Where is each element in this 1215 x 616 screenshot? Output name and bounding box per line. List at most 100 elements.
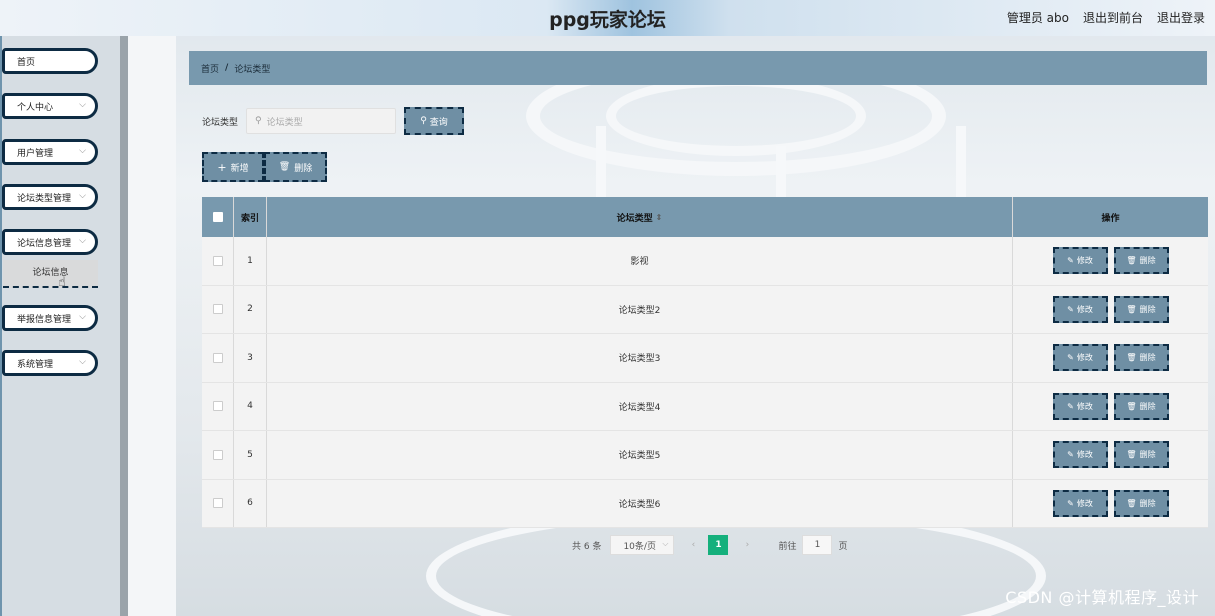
edit-button[interactable]: ✎ 修改 [1052, 441, 1108, 469]
current-user-label: 管理员 abo [1006, 11, 1069, 25]
edit-button[interactable]: ✎ 修改 [1052, 344, 1108, 372]
sidebar-item-forum-type-management[interactable]: 论坛类型管理 ⌵ [2, 184, 98, 210]
table-row: 1 影视 ✎ 修改 🗑 删除 [202, 237, 1208, 286]
edit-icon: ✎ [1067, 353, 1074, 363]
search-button[interactable]: ⚲ 查询 [404, 107, 465, 135]
hand-cursor-icon: ☝ [58, 275, 66, 290]
header-index: 索引 [234, 197, 267, 237]
row-checkbox[interactable] [212, 304, 223, 315]
breadcrumb-current: 论坛类型 [234, 64, 271, 75]
sidebar-divider [120, 36, 128, 616]
row-index: 3 [234, 334, 267, 382]
sidebar-item-home[interactable]: 首页 [2, 48, 98, 74]
table-row: 3 论坛类型3 ✎ 修改 🗑 删除 [202, 334, 1208, 383]
logout-link[interactable]: 退出登录 [1157, 9, 1205, 26]
forum-type-table: 索引 论坛类型 ⇕ 操作 1 影视 ✎ 修改 🗑 删除 2 论坛类型2 ✎ 修改 🗑 删… [202, 197, 1208, 528]
search-icon: ⚲ [255, 116, 262, 126]
delete-button[interactable]: 🗑 删除 [1113, 247, 1169, 275]
delete-button-label: 删除 [1139, 304, 1156, 314]
chevron-up-icon: ⌵ [79, 236, 86, 246]
page-size-select[interactable]: 10条/页 ⌵ [610, 535, 675, 555]
row-type: 论坛类型4 [267, 382, 1013, 430]
row-checkbox[interactable] [212, 352, 223, 363]
edit-button[interactable]: ✎ 修改 [1052, 247, 1108, 275]
sidebar-item-system-management[interactable]: 系统管理 ⌵ [2, 350, 98, 376]
delete-button[interactable]: 🗑 删除 [1113, 392, 1169, 420]
row-index: 5 [234, 431, 267, 479]
delete-button-label: 删除 [1139, 401, 1156, 411]
sidebar-spacer [128, 36, 176, 616]
breadcrumb-separator: / [225, 63, 229, 73]
header-type-label: 论坛类型 [616, 213, 653, 224]
table-row: 6 论坛类型6 ✎ 修改 🗑 删除 [202, 479, 1208, 528]
sidebar-item-label: 用户管理 [17, 148, 54, 159]
row-index: 4 [234, 382, 267, 430]
header-user-menu: 管理员 abo 退出到前台 退出登录 [1007, 9, 1205, 26]
delete-button[interactable]: 🗑 删除 [1113, 344, 1169, 372]
row-type: 论坛类型2 [267, 285, 1013, 333]
main-content: 首页 / 论坛类型 论坛类型 ⚲ 论坛类型 ⚲ 查询 + 新增 🗑 删除 索引 [176, 36, 1215, 616]
delete-button-label: 删除 [1139, 353, 1156, 363]
page-number-active[interactable]: 1 [708, 535, 729, 555]
search-button-label: 查询 [429, 117, 448, 128]
exit-to-front-link[interactable]: 退出到前台 [1083, 9, 1143, 26]
edit-icon: ✎ [1067, 304, 1074, 314]
chevron-down-icon: ⌵ [662, 539, 669, 548]
edit-button[interactable]: ✎ 修改 [1052, 392, 1108, 420]
edit-icon: ✎ [1067, 256, 1074, 266]
trash-icon: 🗑 [1126, 450, 1137, 460]
edit-icon: ✎ [1067, 498, 1074, 508]
sidebar-item-label: 首页 [17, 57, 36, 68]
delete-button[interactable]: 🗑 删除 [1113, 295, 1169, 323]
plus-icon: + [217, 160, 227, 174]
delete-button[interactable]: 🗑 删除 [1113, 441, 1169, 469]
chevron-down-icon: ⌵ [79, 357, 86, 367]
sidebar-item-report-management[interactable]: 举报信息管理 ⌵ [2, 305, 98, 331]
edit-button[interactable]: ✎ 修改 [1052, 295, 1108, 323]
row-index: 6 [234, 479, 267, 527]
delete-button-label: 删除 [1139, 498, 1156, 508]
prev-page-button[interactable]: ‹ [684, 540, 702, 550]
pagination-total: 共 6 条 [572, 541, 602, 552]
row-index: 1 [234, 237, 267, 285]
sidebar-item-label: 系统管理 [17, 359, 54, 370]
row-index: 2 [234, 285, 267, 333]
search-input[interactable]: ⚲ 论坛类型 [246, 108, 397, 134]
next-page-button[interactable]: › [738, 540, 756, 550]
pagination: 共 6 条 10条/页 ⌵ ‹ 1 › 前往 1 页 [572, 535, 847, 555]
breadcrumb-home-link[interactable]: 首页 [201, 62, 219, 75]
chevron-down-icon: ⌵ [79, 191, 86, 201]
header-ops: 操作 [1101, 213, 1120, 224]
header-type[interactable]: 论坛类型 ⇕ [267, 197, 1013, 237]
sidebar-item-personal-center[interactable]: 个人中心 ⌵ [2, 93, 98, 119]
batch-delete-button[interactable]: 🗑 删除 [264, 152, 327, 182]
goto-label: 前往 [778, 541, 797, 552]
sidebar-item-label: 举报信息管理 [17, 314, 72, 325]
add-button[interactable]: + 新增 [202, 152, 264, 182]
row-checkbox[interactable] [212, 401, 223, 412]
table-row: 5 论坛类型5 ✎ 修改 🗑 删除 [202, 431, 1208, 480]
row-checkbox[interactable] [212, 255, 223, 266]
table-header: 索引 论坛类型 ⇕ 操作 [202, 197, 1208, 237]
sidebar-subitem-forum-info[interactable]: 论坛信息 [3, 260, 98, 288]
header-select-all [202, 197, 234, 237]
trash-icon: 🗑 [1126, 353, 1137, 363]
trash-icon: 🗑 [278, 162, 291, 172]
sort-icon[interactable]: ⇕ [656, 213, 663, 222]
edit-button-label: 修改 [1076, 450, 1093, 460]
edit-button-label: 修改 [1076, 401, 1093, 411]
edit-icon: ✎ [1067, 401, 1074, 411]
row-checkbox[interactable] [212, 498, 223, 509]
edit-button-label: 修改 [1076, 498, 1093, 508]
row-type: 论坛类型3 [267, 334, 1013, 382]
goto-page-input[interactable]: 1 [802, 535, 833, 555]
sidebar-item-forum-info-management[interactable]: 论坛信息管理 ⌵ [2, 229, 98, 255]
sidebar-item-label: 论坛信息管理 [17, 238, 72, 249]
edit-button[interactable]: ✎ 修改 [1052, 489, 1108, 517]
delete-button-label: 删除 [1139, 450, 1156, 460]
trash-icon: 🗑 [1126, 498, 1137, 508]
row-checkbox[interactable] [212, 449, 223, 460]
delete-button[interactable]: 🗑 删除 [1113, 489, 1169, 517]
sidebar-item-user-management[interactable]: 用户管理 ⌵ [2, 139, 98, 165]
select-all-checkbox[interactable] [212, 212, 223, 222]
